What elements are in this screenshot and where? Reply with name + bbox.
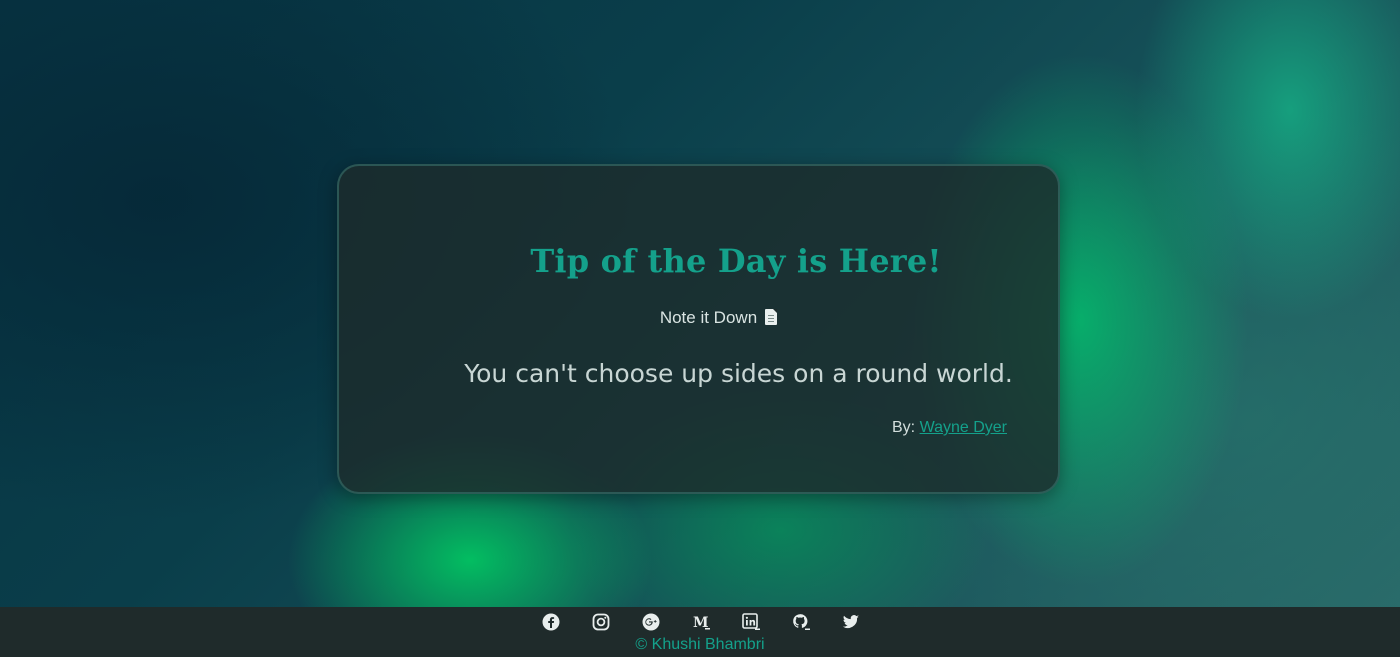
linkedin-icon[interactable]: [740, 612, 790, 632]
quote-author: By: Wayne Dyer: [892, 419, 1007, 437]
medium-icon[interactable]: M: [690, 612, 740, 632]
card-title: Tip of the Day is Here!: [530, 242, 942, 280]
twitter-icon[interactable]: [840, 612, 890, 632]
author-prefix: By:: [891, 419, 916, 436]
author-link[interactable]: Wayne Dyer: [920, 419, 1007, 436]
facebook-icon[interactable]: [540, 612, 590, 632]
tip-card: Tip of the Day is Here! Note it Down You…: [337, 164, 1060, 494]
social-links: M: [540, 612, 890, 632]
quote-text: You can't choose up sides on a round wor…: [464, 359, 1013, 388]
note-it-down: Note it Down: [339, 308, 1058, 328]
instagram-icon[interactable]: [590, 612, 640, 632]
footer: M © Khushi Bhambri: [0, 607, 1400, 657]
github-icon[interactable]: [790, 612, 840, 632]
document-icon: [765, 309, 778, 325]
copyright: © Khushi Bhambri: [635, 636, 765, 653]
note-label: Note it Down: [659, 308, 758, 327]
google-plus-icon[interactable]: [640, 612, 690, 632]
